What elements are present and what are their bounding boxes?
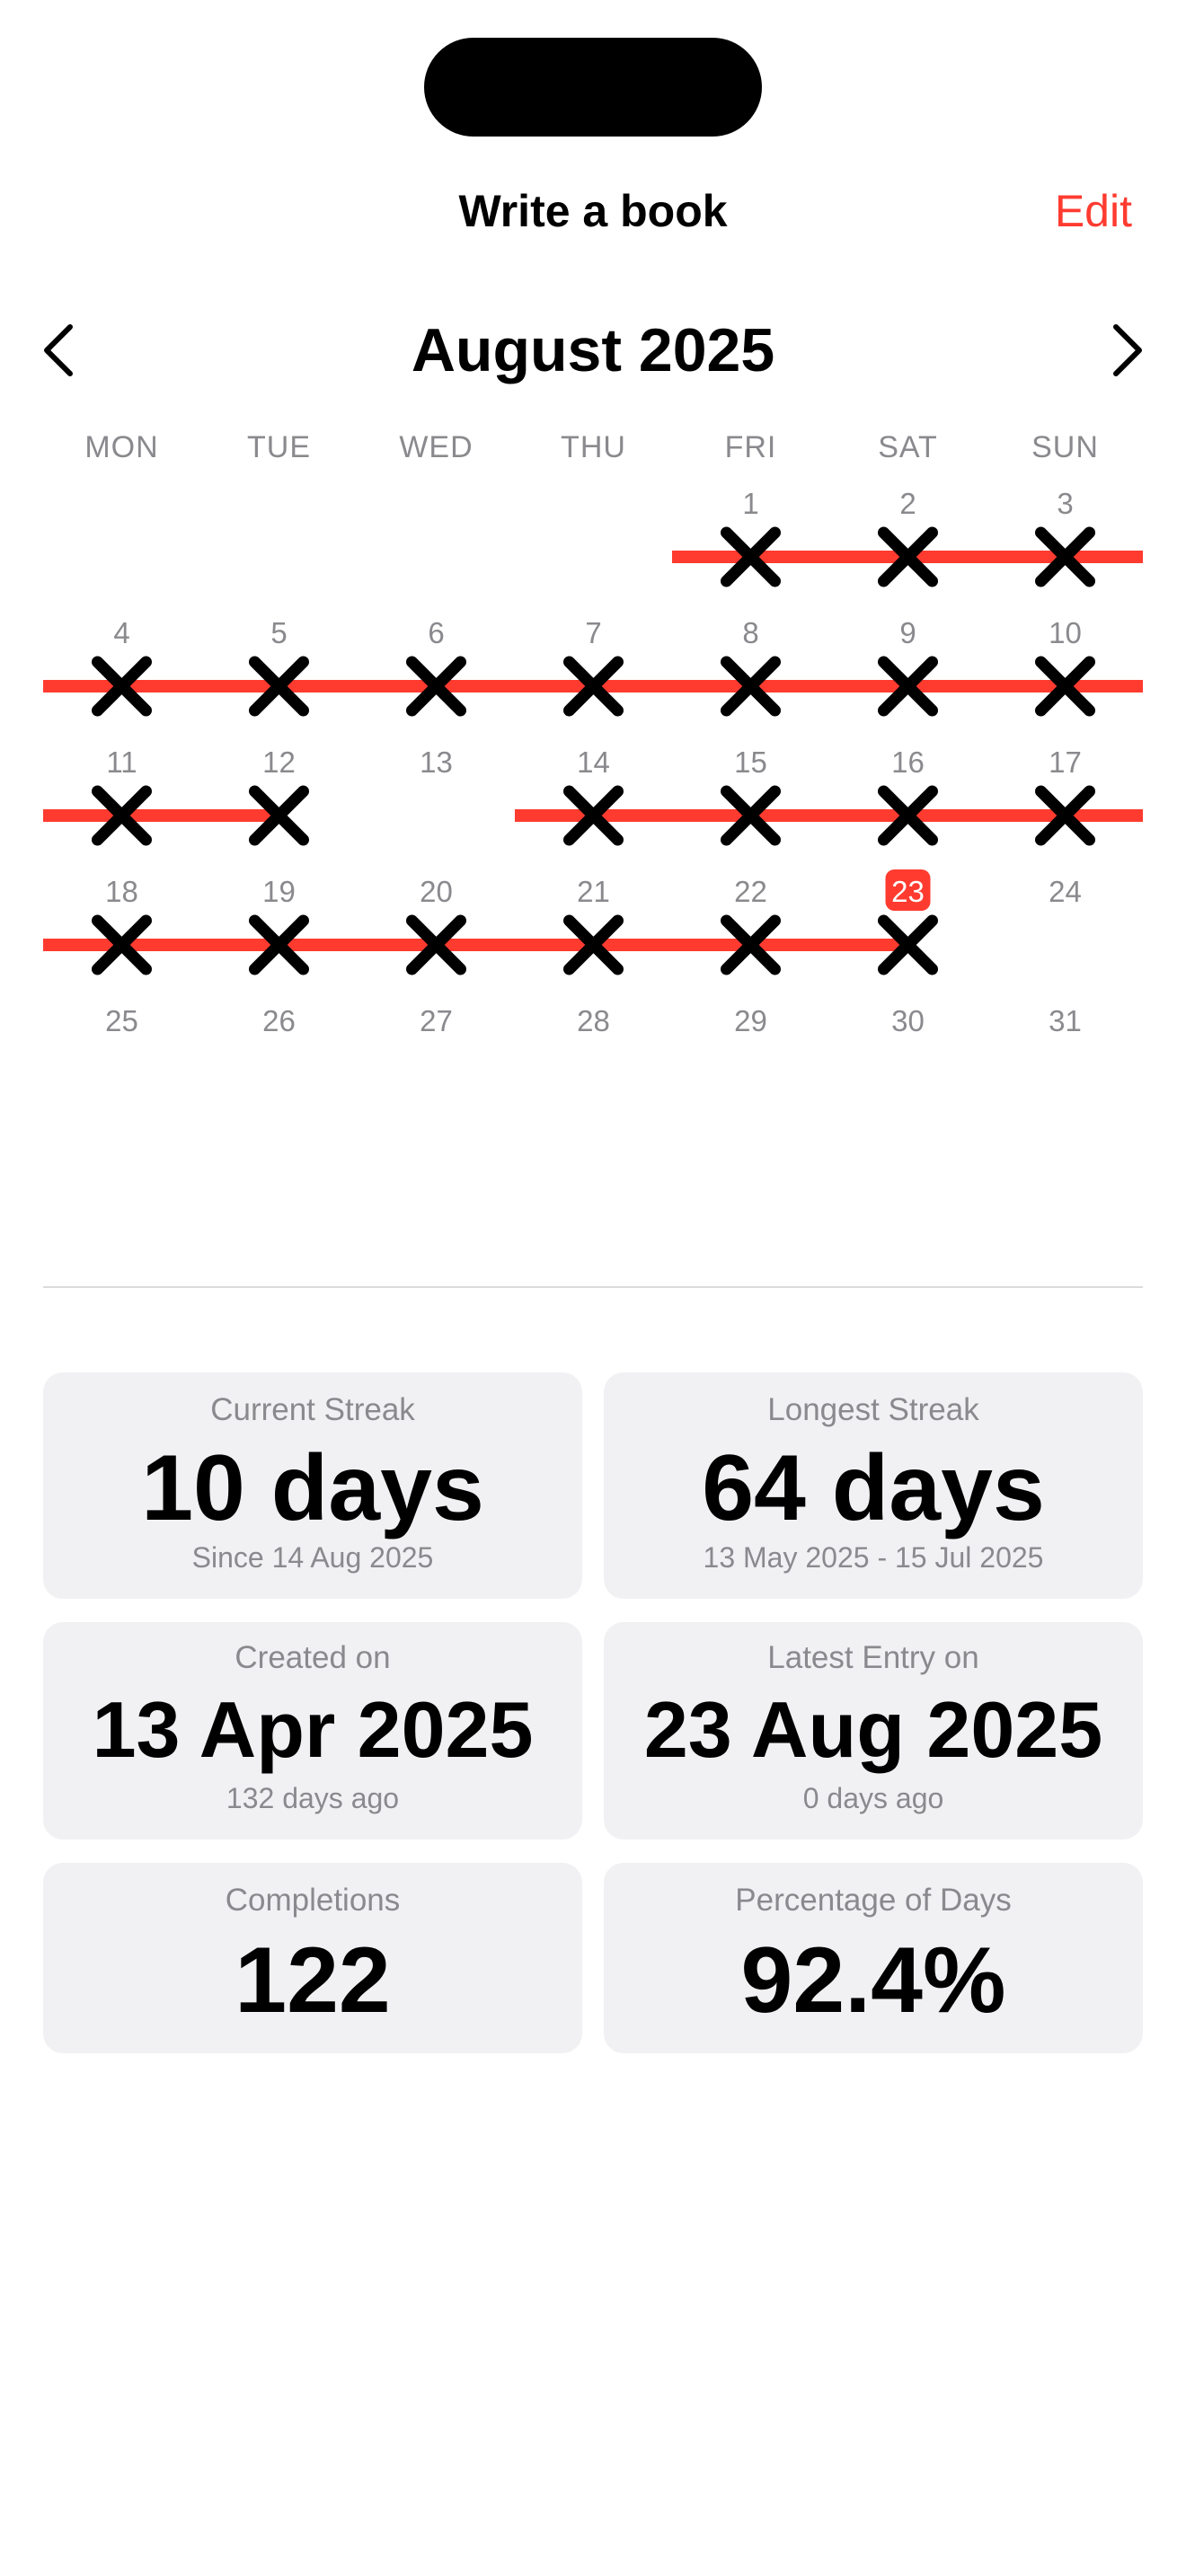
percentage-label: Percentage of Days	[735, 1883, 1012, 1918]
day-number[interactable]: 14	[577, 745, 610, 779]
current-streak-label: Current Streak	[210, 1392, 415, 1427]
day-number[interactable]: 20	[420, 875, 453, 908]
day-number[interactable]: 15	[734, 745, 767, 779]
day-number[interactable]: 26	[262, 1004, 296, 1037]
day-number[interactable]: 9	[899, 616, 916, 649]
longest-streak-range: 13 May 2025 - 15 Jul 2025	[703, 1541, 1044, 1574]
longest-streak-label: Longest Streak	[767, 1392, 979, 1427]
day-number[interactable]: 3	[1057, 487, 1073, 520]
day-number[interactable]: 16	[891, 745, 925, 779]
day-number[interactable]: 18	[105, 875, 138, 908]
day-number[interactable]: 10	[1049, 616, 1082, 649]
day-number[interactable]: 11	[106, 745, 137, 779]
day-number[interactable]: 27	[420, 1004, 453, 1037]
day-number[interactable]: 6	[428, 616, 444, 649]
day-number[interactable]: 19	[262, 875, 296, 908]
percentage-card: Percentage of Days 92.4%	[604, 1863, 1143, 2053]
calendar-grid: 1 2 34 5 6 7 8 9 1011 12 13 14 15 16 1718 19 20 21 22 23 242…	[43, 487, 1143, 1037]
latest-entry-ago: 0 days ago	[802, 1782, 944, 1814]
day-number[interactable]: 2	[899, 487, 916, 520]
divider	[43, 1286, 1143, 1288]
day-number[interactable]: 1	[742, 487, 758, 520]
day-number[interactable]: 8	[742, 616, 758, 649]
day-number[interactable]: 31	[1049, 1004, 1082, 1037]
day-number[interactable]: 12	[262, 745, 296, 779]
created-on-label: Created on	[235, 1640, 391, 1675]
latest-entry-card: Latest Entry on 23 Aug 2025 0 days ago	[604, 1622, 1143, 1839]
created-on-ago: 132 days ago	[226, 1782, 400, 1814]
day-number[interactable]: 13	[420, 745, 453, 779]
day-number[interactable]: 17	[1049, 745, 1082, 779]
current-streak-value: 10 days	[141, 1436, 484, 1540]
completions-value: 122	[235, 1928, 391, 2033]
day-number[interactable]: 29	[734, 1004, 767, 1037]
day-number[interactable]: 23	[891, 875, 925, 908]
completions-card: Completions 122	[43, 1863, 582, 2053]
current-streak-card: Current Streak 10 days Since 14 Aug 2025	[43, 1372, 582, 1599]
day-number[interactable]: 24	[1049, 875, 1082, 908]
created-on-value: 13 Apr 2025	[92, 1685, 534, 1774]
day-number[interactable]: 28	[577, 1004, 610, 1037]
day-number[interactable]: 21	[577, 875, 610, 908]
created-on-card: Created on 13 Apr 2025 132 days ago	[43, 1622, 582, 1839]
day-number[interactable]: 25	[105, 1004, 138, 1037]
day-number[interactable]: 22	[734, 875, 767, 908]
day-number[interactable]: 4	[113, 616, 129, 649]
longest-streak-card: Longest Streak 64 days 13 May 2025 - 15 …	[604, 1372, 1143, 1599]
percentage-value: 92.4%	[740, 1928, 1006, 2033]
current-streak-since: Since 14 Aug 2025	[191, 1541, 434, 1574]
completions-label: Completions	[225, 1883, 401, 1918]
day-number[interactable]: 7	[585, 616, 601, 649]
day-number[interactable]: 30	[891, 1004, 925, 1037]
day-numbers: 1 2 34 5 6 7 8 9 1011 12 13 14 15 16 1718 19 20 21 22 23 242…	[105, 487, 1082, 1037]
latest-entry-label: Latest Entry on	[767, 1640, 979, 1675]
latest-entry-value: 23 Aug 2025	[643, 1685, 1103, 1774]
longest-streak-value: 64 days	[702, 1436, 1045, 1540]
day-number[interactable]: 5	[270, 616, 287, 649]
